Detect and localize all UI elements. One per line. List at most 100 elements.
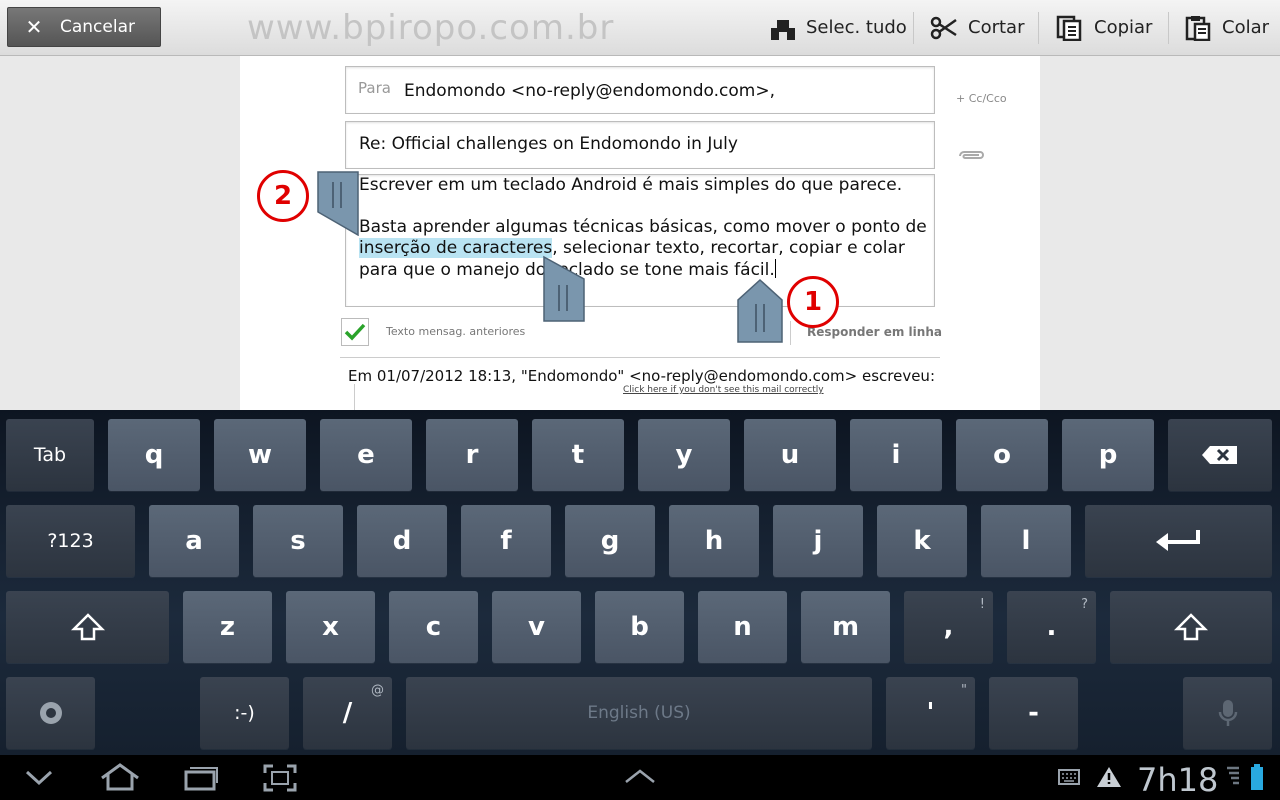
quote-previous-checkbox[interactable] bbox=[341, 318, 369, 346]
enter-key[interactable] bbox=[1085, 505, 1272, 577]
key-r[interactable]: r bbox=[426, 419, 518, 491]
key-p[interactable]: p bbox=[1062, 419, 1154, 491]
key-q[interactable]: q bbox=[108, 419, 200, 491]
cursor-insertion-handle[interactable] bbox=[736, 278, 784, 344]
key-w[interactable]: w bbox=[214, 419, 306, 491]
compose-panel: Para Endomondo <no-reply@endomondo.com>,… bbox=[240, 56, 1040, 411]
key-k[interactable]: k bbox=[877, 505, 967, 577]
to-field[interactable]: Para Endomondo <no-reply@endomondo.com>, bbox=[345, 66, 935, 114]
battery-icon bbox=[1251, 764, 1263, 790]
to-recipient: Endomondo <no-reply@endomondo.com>, bbox=[404, 81, 775, 101]
selection-end-handle[interactable] bbox=[542, 255, 586, 323]
system-bar: 7h18 bbox=[0, 755, 1280, 800]
quoted-link[interactable]: Click here if you don't see this mail co… bbox=[623, 385, 824, 395]
comma-label: , bbox=[943, 612, 954, 642]
shift-icon bbox=[70, 613, 105, 641]
hide-keyboard-icon[interactable] bbox=[24, 767, 54, 787]
space-language-label: English (US) bbox=[587, 703, 691, 723]
clock[interactable]: 7h18 bbox=[1137, 761, 1218, 799]
key-b[interactable]: b bbox=[595, 591, 684, 663]
key-s[interactable]: s bbox=[253, 505, 343, 577]
reply-inline-button[interactable]: Responder em linha bbox=[807, 325, 942, 339]
settings-key[interactable] bbox=[6, 677, 95, 749]
period-key[interactable]: . ? bbox=[1007, 591, 1096, 663]
selection-start-handle[interactable] bbox=[316, 170, 360, 236]
backspace-icon bbox=[1202, 446, 1237, 464]
key-u[interactable]: u bbox=[744, 419, 836, 491]
period-label: . bbox=[1046, 612, 1057, 642]
body-line: Escrever em um teclado Android é mais si… bbox=[359, 175, 903, 195]
paste-label: Colar bbox=[1222, 17, 1270, 38]
subject-field[interactable]: Re: Official challenges on Endomondo in … bbox=[345, 121, 935, 169]
comma-key[interactable]: , ! bbox=[904, 591, 993, 663]
key-t[interactable]: t bbox=[532, 419, 624, 491]
settings-icon bbox=[39, 702, 62, 724]
backspace-key[interactable] bbox=[1168, 419, 1272, 491]
space-key[interactable]: English (US) bbox=[406, 677, 872, 749]
key-e[interactable]: e bbox=[320, 419, 412, 491]
smiley-key[interactable]: :-) bbox=[200, 677, 289, 749]
action-bar: ✕ Cancelar www.bpiropo.com.br Selec. tud… bbox=[0, 0, 1280, 56]
key-l[interactable]: l bbox=[981, 505, 1071, 577]
quote-bar bbox=[354, 384, 355, 411]
action-divider bbox=[1038, 12, 1039, 44]
recent-apps-icon[interactable] bbox=[183, 763, 219, 791]
key-g[interactable]: g bbox=[565, 505, 655, 577]
tab-key[interactable]: Tab bbox=[6, 419, 94, 491]
cut-button[interactable]: Cortar bbox=[930, 0, 1024, 55]
key-j[interactable]: j bbox=[773, 505, 863, 577]
select-all-icon bbox=[771, 19, 795, 40]
paste-button[interactable]: Colar bbox=[1184, 0, 1269, 55]
shift-left-key[interactable] bbox=[6, 591, 169, 663]
apostrophe-key[interactable]: ' " bbox=[886, 677, 975, 749]
symbols-key[interactable]: ?123 bbox=[6, 505, 135, 577]
key-o[interactable]: o bbox=[956, 419, 1048, 491]
warning-icon[interactable] bbox=[1096, 765, 1122, 789]
close-icon: ✕ bbox=[25, 15, 43, 39]
annotation-marker-2: 2 bbox=[257, 170, 309, 222]
key-v[interactable]: v bbox=[492, 591, 581, 663]
hyphen-key[interactable]: - bbox=[989, 677, 1078, 749]
paperclip-icon[interactable] bbox=[956, 148, 986, 167]
apostrophe-label: ' bbox=[926, 698, 935, 728]
key-d[interactable]: d bbox=[357, 505, 447, 577]
to-label: Para bbox=[358, 79, 391, 97]
key-y[interactable]: y bbox=[638, 419, 730, 491]
microphone-key[interactable] bbox=[1183, 677, 1272, 749]
select-all-button[interactable]: Selec. tudo bbox=[768, 0, 907, 55]
cc-bcc-link[interactable]: + Cc/Cco bbox=[956, 92, 1007, 105]
key-c[interactable]: c bbox=[389, 591, 478, 663]
key-i[interactable]: i bbox=[850, 419, 942, 491]
quote-previous-label: Texto mensag. anteriores bbox=[386, 325, 526, 338]
key-n[interactable]: n bbox=[698, 591, 787, 663]
screenshot-icon[interactable] bbox=[262, 763, 298, 793]
key-a[interactable]: a bbox=[149, 505, 239, 577]
watermark: www.bpiropo.com.br bbox=[247, 8, 615, 48]
body-line: , selecionar texto, recortar, copiar e c… bbox=[552, 238, 905, 258]
chevron-up-icon[interactable] bbox=[624, 768, 656, 784]
cancel-button[interactable]: ✕ Cancelar bbox=[7, 7, 161, 47]
exclamation-hint: ! bbox=[979, 597, 985, 612]
divider bbox=[790, 321, 791, 345]
copy-button[interactable]: Copiar bbox=[1056, 0, 1152, 55]
keyboard-notification-icon[interactable] bbox=[1058, 769, 1080, 785]
body-line: Basta aprender algumas técnicas básicas,… bbox=[359, 217, 927, 237]
key-f[interactable]: f bbox=[461, 505, 551, 577]
key-z[interactable]: z bbox=[183, 591, 272, 663]
soft-keyboard: Tab q w e r t y u i o p ?123 a s d f g h… bbox=[0, 410, 1280, 755]
quoted-header: Em 01/07/2012 18:13, "Endomondo" <no-rep… bbox=[348, 367, 935, 385]
slash-label: / bbox=[342, 698, 353, 728]
question-hint: ? bbox=[1081, 597, 1088, 612]
shift-right-key[interactable] bbox=[1110, 591, 1272, 663]
key-h[interactable]: h bbox=[669, 505, 759, 577]
copy-icon bbox=[1056, 15, 1082, 41]
microphone-icon bbox=[1218, 700, 1237, 726]
message-body-field[interactable]: Escrever em um teclado Android é mais si… bbox=[345, 174, 935, 307]
text-cursor bbox=[774, 259, 776, 278]
signal-icon bbox=[1227, 766, 1239, 785]
key-x[interactable]: x bbox=[286, 591, 375, 663]
key-m[interactable]: m bbox=[801, 591, 890, 663]
home-icon[interactable] bbox=[98, 762, 142, 792]
action-divider bbox=[913, 12, 914, 44]
slash-key[interactable]: / @ bbox=[303, 677, 392, 749]
